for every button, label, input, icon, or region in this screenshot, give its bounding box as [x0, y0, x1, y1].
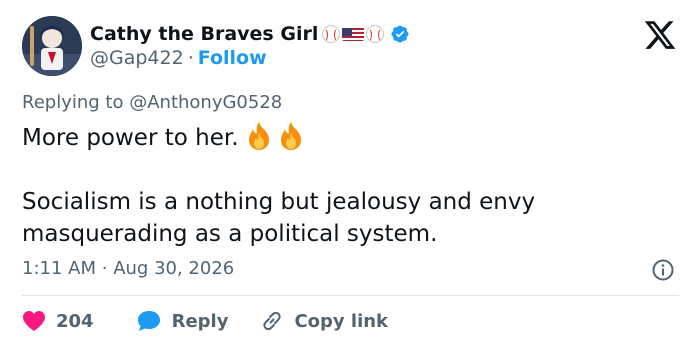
copy-link-button[interactable]: Copy link	[260, 309, 388, 333]
follow-button[interactable]: Follow	[198, 47, 267, 69]
user-handle[interactable]: @Gap422	[90, 47, 184, 69]
tweet-line-3: masquerading as a political system.	[22, 221, 438, 247]
tweet-time: 1:11 AM	[22, 258, 96, 279]
timestamp[interactable]: 1:11 AM · Aug 30, 2026	[22, 258, 234, 279]
replying-to-handle[interactable]: @AnthonyG0528	[129, 92, 282, 113]
tweet-card: Cathy the Braves Girl @Gap422 · Follow R…	[0, 0, 700, 348]
separator: ·	[187, 47, 194, 69]
name-row: Cathy the Braves Girl	[90, 20, 410, 48]
fire-icon	[248, 121, 269, 150]
replying-to-prefix: Replying to	[22, 92, 124, 113]
handle-row: @Gap422 · Follow	[90, 47, 267, 69]
copy-link-label: Copy link	[294, 310, 389, 332]
baseball-icon	[366, 25, 385, 43]
tweet-line-1: More power to her.	[22, 121, 662, 154]
like-count: 204	[56, 310, 94, 332]
tweet-text: More power to her. Socialism is a nothin…	[22, 121, 662, 250]
reply-label: Reply	[171, 310, 229, 332]
meta-separator: ·	[101, 258, 108, 279]
fire-emojis	[245, 121, 305, 151]
tweet-line-2: Socialism is a nothing but jealousy and …	[22, 189, 536, 215]
verified-badge-icon[interactable]	[390, 24, 410, 44]
replying-to: Replying to @AnthonyG0528	[22, 92, 282, 113]
fire-icon	[280, 121, 301, 150]
like-button[interactable]: 204	[22, 310, 94, 332]
reply-bubble-icon	[137, 311, 160, 331]
name-emojis	[322, 25, 385, 43]
x-logo-icon[interactable]	[642, 18, 678, 52]
tweet-date: Aug 30, 2026	[113, 258, 235, 279]
avatar[interactable]	[22, 16, 82, 76]
link-icon	[263, 311, 282, 331]
us-flag-icon	[342, 27, 365, 41]
action-bar: 204 Reply Copy link	[22, 308, 388, 334]
display-name[interactable]: Cathy the Braves Girl	[90, 23, 318, 45]
tweet-line-1-text: More power to her.	[22, 125, 239, 151]
divider	[22, 295, 679, 296]
heart-icon	[23, 311, 45, 331]
reply-button[interactable]: Reply	[136, 309, 229, 333]
info-icon[interactable]	[651, 258, 675, 282]
baseball-icon	[322, 25, 341, 43]
